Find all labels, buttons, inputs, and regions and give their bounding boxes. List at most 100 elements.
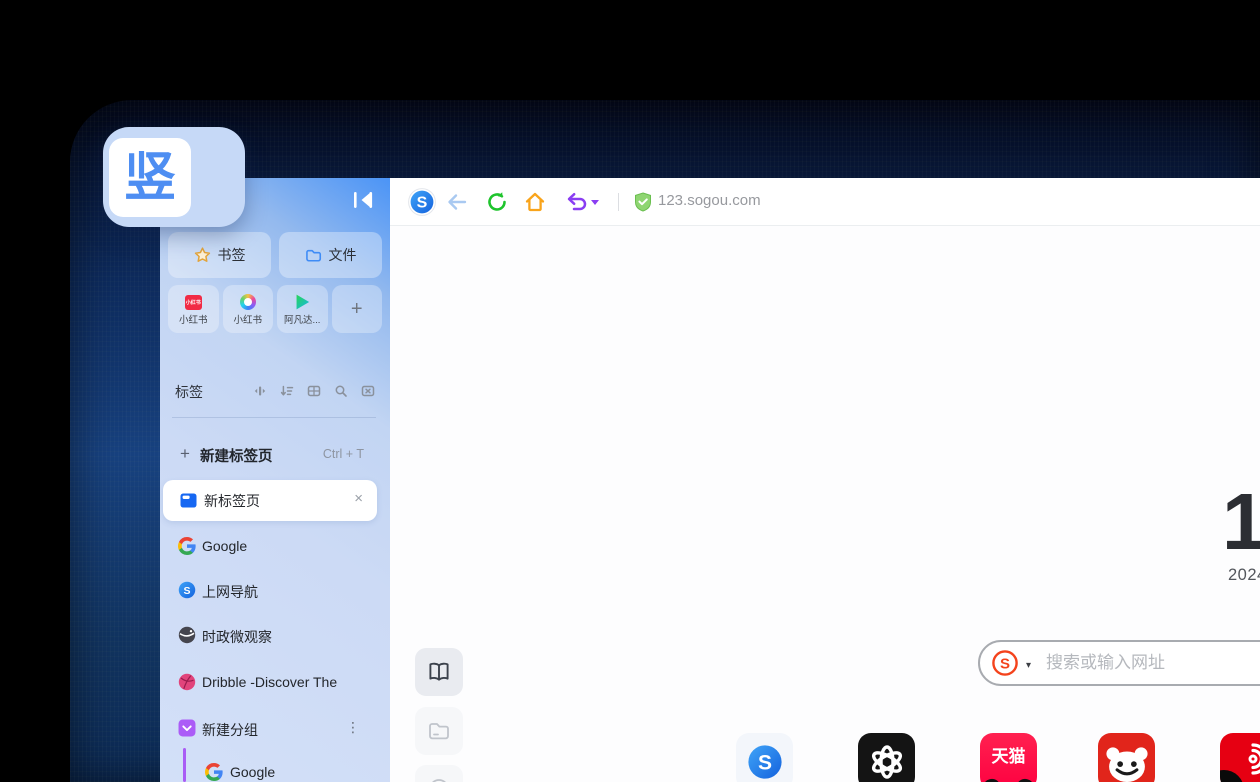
browser-main: S 123.sogou.com 1 202 S ▾ 搜索或输入网址 S 天猫: [390, 178, 1260, 782]
tab-group-label: 新建分组: [202, 722, 258, 738]
more-tools-button[interactable]: [415, 765, 463, 782]
quick-link-jd[interactable]: [1098, 733, 1155, 782]
tab-files-label: 文件: [328, 247, 357, 263]
search-icon[interactable]: [334, 384, 348, 398]
svg-text:S: S: [183, 585, 190, 597]
tab-item-navigation[interactable]: S 上网导航: [160, 579, 390, 603]
tmall-cat-ear: [1015, 777, 1036, 782]
undo-button[interactable]: [566, 192, 588, 212]
tab-width-icon[interactable]: [253, 384, 267, 398]
close-all-tabs-icon[interactable]: [361, 384, 375, 398]
quick-tile-label: 阿凡达...: [284, 315, 321, 326]
folder-outline-icon: [429, 723, 449, 740]
quick-link-sogou[interactable]: S: [736, 733, 793, 782]
tab-item-label: 上网导航: [202, 584, 258, 600]
new-tab-label: 新建标签页: [200, 449, 273, 465]
search-box[interactable]: S ▾: [978, 640, 1260, 686]
quick-link-chatgpt[interactable]: [858, 733, 915, 782]
search-engine-logo[interactable]: S: [992, 650, 1018, 676]
vertical-tab-sidebar: 书签 文件 小红书 小红书 小红书 阿凡达... + 标签 + 新建标签页 Ct…: [160, 178, 390, 782]
refresh-button[interactable]: [486, 191, 508, 213]
new-tab-shortcut: Ctrl + T: [322, 447, 364, 461]
quick-tile-xiaohongshu-2[interactable]: 小红书: [222, 285, 273, 333]
dribbble-icon: [178, 673, 196, 691]
engine-dropdown-caret[interactable]: ▾: [1026, 660, 1031, 671]
back-button[interactable]: [446, 192, 468, 212]
collapse-sidebar-button[interactable]: [350, 189, 374, 211]
google-icon: [205, 763, 223, 781]
plus-icon: +: [180, 444, 190, 463]
xiaohongshu-icon: 小红书: [184, 294, 202, 310]
news-globe-icon: [178, 626, 196, 644]
clock-icon: [432, 779, 446, 782]
tab-bookmarks[interactable]: 书签: [168, 232, 271, 278]
google-icon: [178, 537, 196, 555]
chatgpt-icon: [871, 744, 902, 779]
sidebar-divider: [172, 417, 376, 418]
close-tab-icon[interactable]: ×: [354, 490, 363, 507]
quick-tile-label: 小红书: [233, 315, 262, 326]
quick-link-red-app[interactable]: [1220, 733, 1260, 782]
tab-item-google-grouped[interactable]: Google: [160, 761, 390, 782]
reading-list-button[interactable]: [415, 648, 463, 696]
quick-tile-avatar-video[interactable]: 阿凡达...: [277, 285, 328, 333]
new-tab-button[interactable]: + 新建标签页 Ctrl + T: [160, 442, 390, 466]
home-button[interactable]: [524, 191, 546, 213]
search-input[interactable]: [1044, 649, 1260, 677]
quick-tile-xiaohongshu[interactable]: 小红书 小红书: [168, 285, 219, 333]
tmall-cat-ear: [981, 777, 1002, 782]
svg-text:S: S: [1000, 656, 1010, 673]
browser-window: 书签 文件 小红书 小红书 小红书 阿凡达... + 标签 + 新建标签页 Ct…: [160, 178, 1260, 782]
active-tab-label: 新标签页: [204, 493, 260, 509]
vertical-tabs-badge: 竖: [103, 127, 245, 227]
sogou-s-icon: S: [747, 744, 782, 779]
collapse-left-icon: [354, 192, 373, 208]
sidebar-panel-tabs: 书签 文件: [168, 232, 382, 278]
date-year: 2024: [1228, 566, 1260, 584]
tab-item-label: 时政微观察: [202, 629, 272, 645]
downloads-folder-button[interactable]: [415, 707, 463, 755]
date-number: 1: [1222, 477, 1260, 566]
tab-item-label: Google: [202, 538, 248, 554]
tab-item-label: Dribble -Discover The: [202, 674, 338, 690]
tags-title: 标签: [175, 384, 203, 400]
star-icon: [194, 247, 210, 262]
vertical-tabs-badge-inner: 竖: [109, 138, 191, 217]
group-more-icon[interactable]: ⋮: [346, 719, 360, 736]
sogou-icon: S: [178, 581, 196, 599]
tab-item-label: Google: [230, 764, 276, 780]
tab-group-row[interactable]: 新建分组 ⋮: [160, 717, 390, 741]
sort-tabs-icon[interactable]: [280, 384, 294, 398]
folder-icon: [305, 249, 321, 262]
plus-icon: +: [350, 297, 363, 320]
bookmark-quick-tiles: 小红书 小红书 小红书 阿凡达... +: [168, 285, 382, 333]
svg-text:S: S: [757, 751, 771, 774]
toolbar-divider: [618, 193, 619, 211]
tab-bookmarks-label: 书签: [217, 247, 246, 263]
browser-window-icon: [180, 493, 197, 508]
camera-swirl-icon: [239, 294, 256, 310]
add-bookmark-button[interactable]: +: [331, 285, 382, 333]
tags-header: 标签: [175, 383, 375, 401]
undo-dropdown-caret[interactable]: [591, 200, 599, 205]
tags-toolbar: [253, 384, 375, 398]
sogou-logo: S: [408, 188, 436, 216]
jd-dog-icon: [1105, 746, 1148, 782]
tab-item-dribbble[interactable]: Dribble -Discover The: [160, 671, 390, 695]
tab-group-icon: [178, 719, 196, 737]
tab-item-google[interactable]: Google: [160, 535, 390, 559]
quick-tile-label: 小红书: [178, 314, 208, 326]
tab-item-news[interactable]: 时政微观察: [160, 624, 390, 648]
address-url[interactable]: 123.sogou.com: [658, 192, 761, 209]
svg-text:S: S: [417, 195, 428, 212]
start-page-content: 1 2024 S ▾ S: [390, 226, 1260, 782]
play-icon: [296, 294, 310, 310]
tab-files[interactable]: 文件: [279, 232, 382, 278]
grid-view-icon[interactable]: [307, 384, 321, 398]
quick-link-tmall[interactable]: 天猫: [980, 733, 1037, 782]
security-shield-icon[interactable]: [634, 192, 652, 212]
badge-character: 竖: [123, 148, 176, 207]
book-icon: [429, 662, 449, 681]
tab-item-active[interactable]: 新标签页 ×: [163, 480, 377, 521]
tmall-label: 天猫: [991, 747, 1026, 766]
